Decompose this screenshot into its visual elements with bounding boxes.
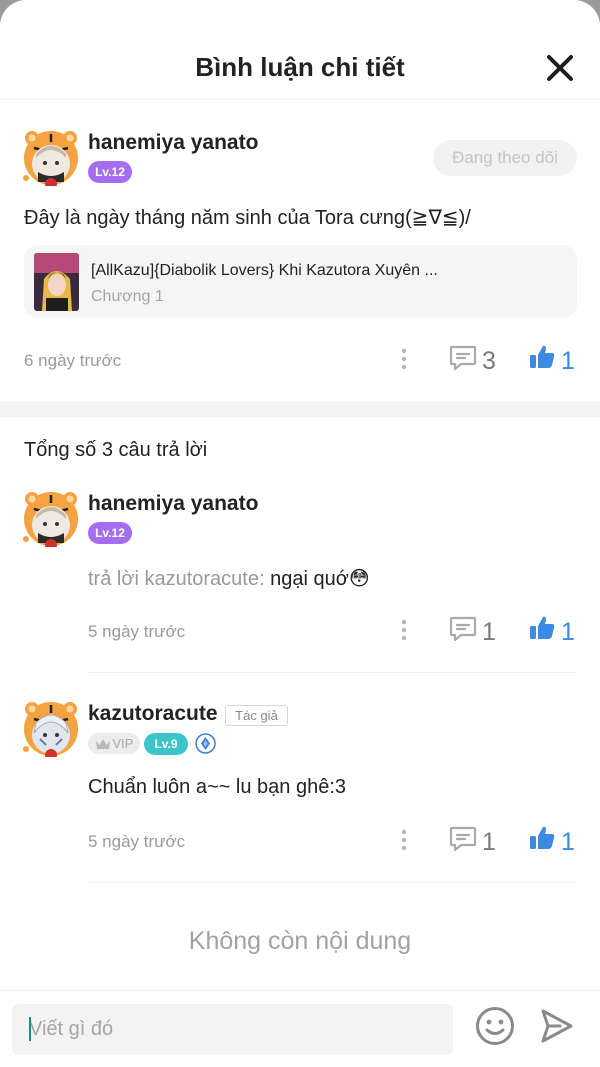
user-name[interactable]: kazutoracute [88, 702, 218, 726]
user-name[interactable]: hanemiya yanato [88, 492, 258, 516]
comment-input[interactable] [12, 1004, 453, 1055]
chapter-thumbnail [34, 253, 79, 311]
reply-body: ngại quớ [270, 568, 349, 590]
like-icon[interactable] [529, 615, 555, 641]
like-icon[interactable] [529, 825, 555, 851]
like-count: 1 [561, 618, 575, 646]
vip-crown-icon [95, 738, 110, 749]
emoji-icon[interactable] [475, 1006, 515, 1046]
vip-label: VIP [112, 736, 134, 751]
flushed-emoji-icon: 😳 [348, 568, 370, 590]
reply-count: 3 [482, 347, 496, 375]
send-icon[interactable] [540, 1008, 574, 1044]
reply-icon[interactable] [449, 616, 477, 642]
vip-badge: VIP [88, 733, 140, 754]
diamond-icon [195, 733, 216, 754]
more-icon[interactable] [400, 348, 408, 370]
chapter-subtitle: Chương 1 [91, 288, 164, 305]
divider [88, 672, 577, 673]
reply-to-prefix: trả lời kazutoracute: [88, 568, 271, 590]
page-title: Bình luận chi tiết [195, 52, 405, 82]
like-count: 1 [561, 347, 575, 375]
more-icon[interactable] [400, 829, 408, 851]
text-caret [29, 1017, 31, 1041]
reply-icon[interactable] [449, 826, 477, 852]
comment-time: 6 ngày trước [24, 351, 122, 370]
avatar[interactable] [22, 489, 80, 547]
reply-count: 1 [482, 828, 496, 856]
level-badge: Lv.12 [88, 522, 132, 544]
like-count: 1 [561, 828, 575, 856]
like-icon[interactable] [529, 344, 555, 370]
comment-detail-sheet: Bình luận chi tiết hanemiya yanato Lv.12… [0, 0, 600, 1067]
avatar[interactable] [22, 128, 80, 186]
reply-icon[interactable] [449, 345, 477, 371]
close-icon[interactable] [546, 54, 574, 82]
author-tag: Tác giả [225, 705, 288, 726]
reply-text: trả lời kazutoracute: ngại quớ😳 [88, 566, 370, 591]
level-badge: Lv.9 [144, 733, 188, 755]
comment-text: Đây là ngày tháng năm sinh của Tora cưng… [24, 207, 471, 229]
chapter-title: [AllKazu]{Diabolik Lovers} Khi Kazutora … [91, 262, 438, 279]
reply-text: Chuẩn luôn a~~ lu bạn ghê:3 [88, 776, 346, 798]
more-icon[interactable] [400, 619, 408, 641]
user-name[interactable]: hanemiya yanato [88, 131, 258, 155]
replies-total: Tổng số 3 câu trả lời [24, 439, 208, 461]
level-badge: Lv.12 [88, 161, 132, 183]
reply-time: 5 ngày trước [88, 622, 186, 641]
reply-count: 1 [482, 618, 496, 646]
divider [88, 882, 577, 883]
section-separator [0, 401, 600, 417]
reply-time: 5 ngày trước [88, 832, 186, 851]
follow-button[interactable]: Đang theo dõi [433, 140, 577, 176]
avatar[interactable] [22, 699, 80, 757]
header: Bình luận chi tiết [0, 0, 600, 100]
end-of-content-label: Không còn nội dung [188, 927, 412, 955]
chapter-card[interactable]: [AllKazu]{Diabolik Lovers} Khi Kazutora … [24, 245, 577, 318]
